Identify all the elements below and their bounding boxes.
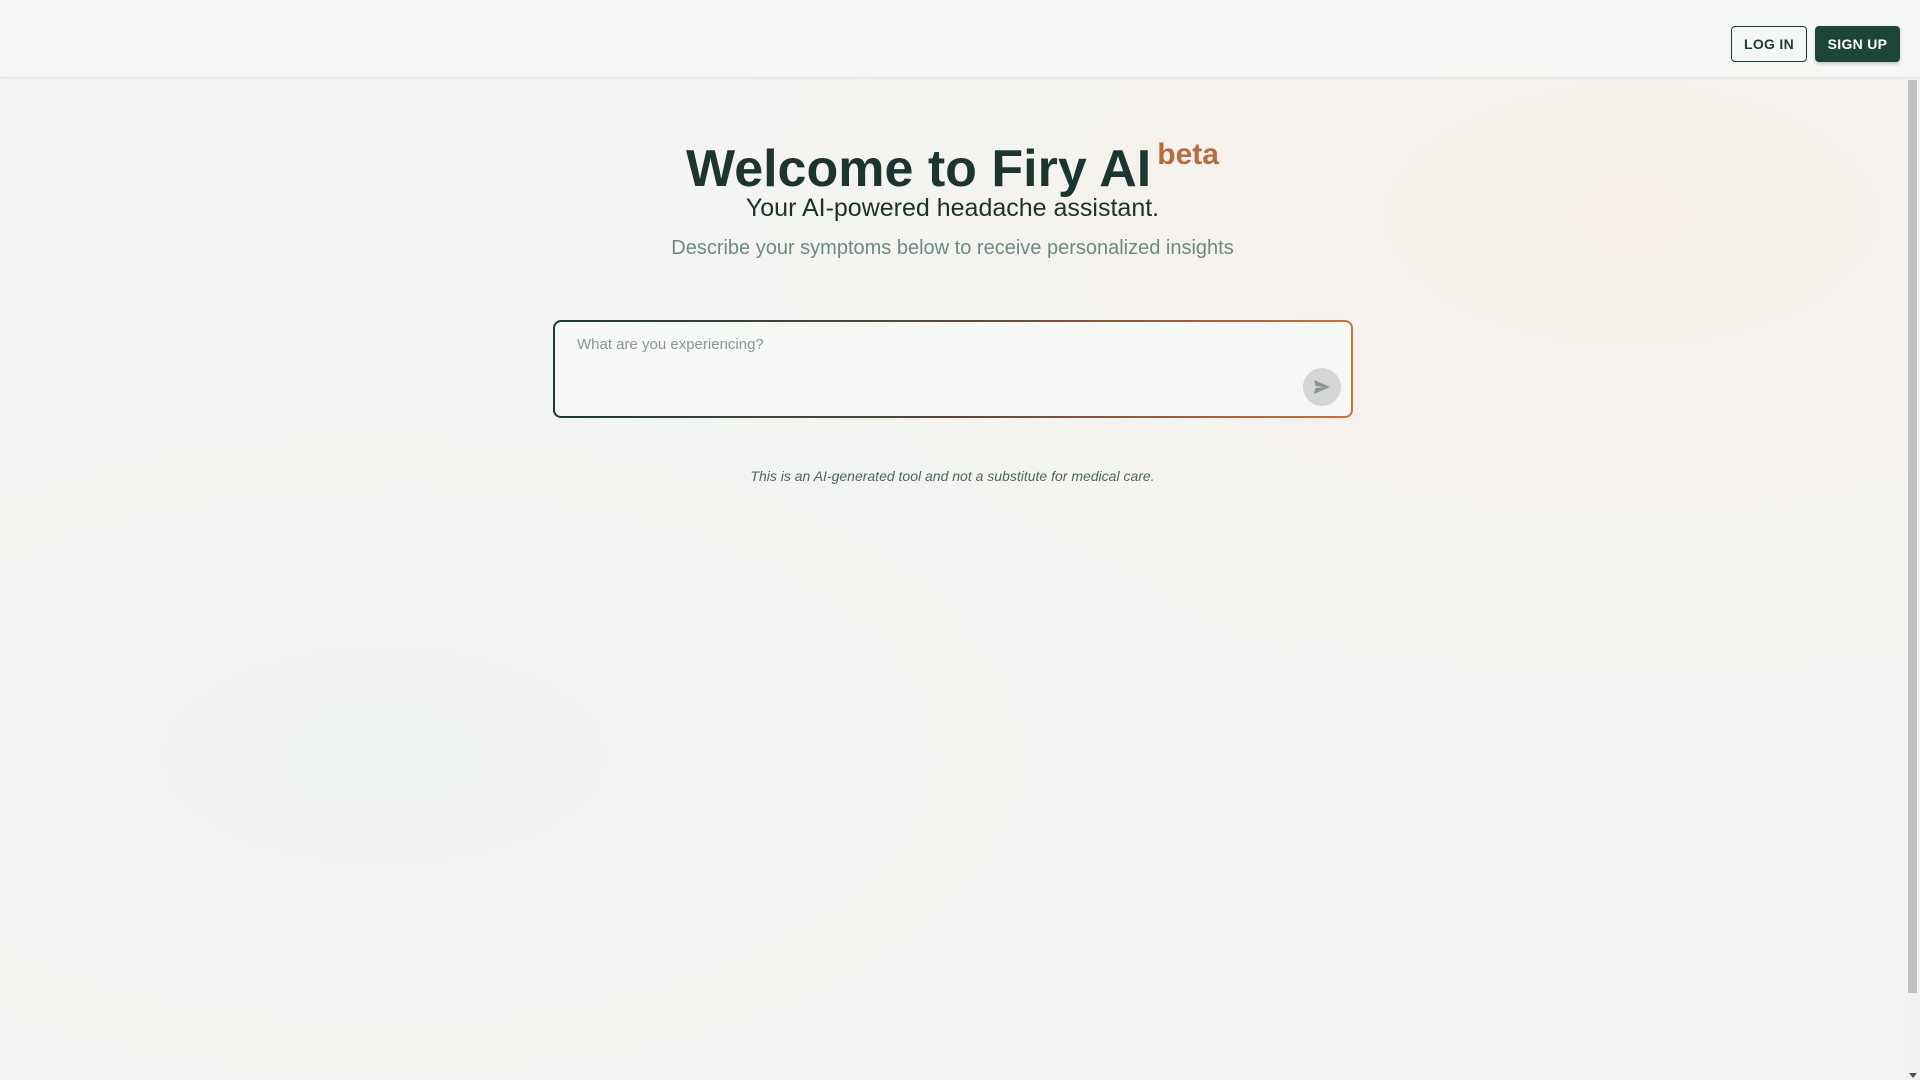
beta-badge: beta bbox=[1157, 138, 1219, 171]
scroll-down-arrow-icon[interactable] bbox=[1909, 1073, 1917, 1078]
medical-disclaimer: This is an AI-generated tool and not a s… bbox=[750, 468, 1155, 484]
signup-button[interactable]: SIGN UP bbox=[1815, 26, 1900, 62]
symptom-input-container bbox=[553, 320, 1353, 418]
top-navigation-bar: LOG IN SIGN UP bbox=[0, 0, 1920, 78]
scrollbar-thumb[interactable] bbox=[1908, 80, 1917, 993]
page-subtitle: Your AI-powered headache assistant. bbox=[745, 194, 1160, 222]
vertical-scrollbar[interactable] bbox=[1905, 78, 1920, 1080]
send-button[interactable] bbox=[1303, 368, 1341, 406]
page-description: Describe your symptoms below to receive … bbox=[671, 237, 1234, 259]
login-button[interactable]: LOG IN bbox=[1731, 26, 1807, 62]
symptom-input-inner bbox=[555, 322, 1351, 416]
page-title-text: Welcome to Firy AI bbox=[686, 140, 1152, 198]
send-icon bbox=[1314, 380, 1330, 394]
page-title: Welcome to Firy AI beta bbox=[0, 122, 1905, 202]
symptom-input[interactable] bbox=[575, 334, 1279, 398]
